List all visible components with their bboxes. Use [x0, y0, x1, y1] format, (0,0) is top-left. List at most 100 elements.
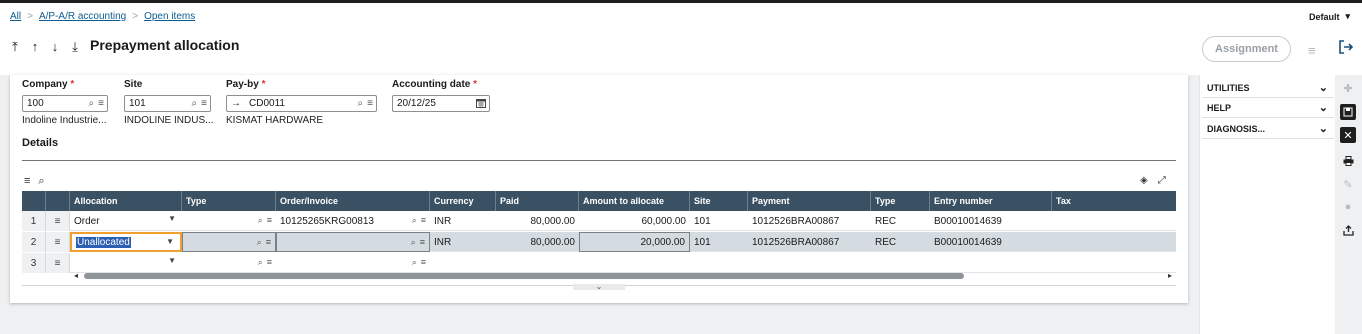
scroll-left-icon[interactable]: ◂ [74, 271, 78, 280]
menu-icon[interactable]: ≡ [1308, 43, 1316, 58]
order-invoice-cell[interactable]: 10125265KRG00813 ⌕ ≡ [276, 211, 430, 231]
allocation-cell[interactable]: Order ▼ [70, 211, 182, 231]
col-type[interactable]: Type [182, 191, 276, 211]
type-cell[interactable]: ⌕ ≡ [182, 211, 276, 231]
site-cell[interactable]: 101 [690, 232, 748, 252]
col-order-invoice[interactable]: Order/Invoice [276, 191, 430, 211]
side-item-utilities[interactable]: UTILITIES ⌄ [1202, 78, 1334, 98]
search-icon[interactable]: ⌕ [192, 98, 198, 109]
table-row[interactable]: 1 ≡ Order ▼ ⌕ ≡ 10125265KRG00813 ⌕ ≡ INR 80… [22, 211, 1176, 231]
attachment-icon[interactable]: ✎ [1340, 176, 1356, 192]
col-site[interactable]: Site [690, 191, 748, 211]
menu-icon[interactable]: ≡ [24, 175, 30, 188]
dropdown-arrow-icon[interactable]: ▼ [166, 237, 174, 246]
paid-cell[interactable]: 80,000.00 [496, 232, 579, 252]
allocation-cell[interactable]: Unallocated ▼ [70, 232, 182, 252]
tax-cell[interactable] [1052, 211, 1176, 231]
search-icon[interactable]: ⌕ [258, 257, 263, 268]
search-icon[interactable]: ⌕ [38, 175, 44, 188]
list-icon[interactable]: ≡ [420, 237, 425, 248]
search-icon[interactable]: ⌕ [412, 257, 417, 268]
list-icon[interactable]: ≡ [98, 98, 104, 109]
col-allocation[interactable]: Allocation [70, 191, 182, 211]
comment-icon[interactable]: ● [1340, 199, 1356, 215]
row-menu-icon[interactable]: ≡ [46, 253, 70, 273]
exit-icon[interactable] [1338, 39, 1354, 58]
save-icon[interactable] [1340, 104, 1356, 120]
first-icon[interactable]: ⤒ [10, 39, 20, 55]
currency-cell[interactable]: INR [430, 232, 496, 252]
breadcrumb-module[interactable]: A/P-A/R accounting [39, 11, 126, 22]
list-icon[interactable]: ≡ [367, 98, 373, 109]
col-amount-to-allocate[interactable]: Amount to allocate [579, 191, 690, 211]
payby-field[interactable]: → CD0011 ⌕ ≡ [226, 95, 377, 112]
type-cell[interactable]: ⌕ ≡ [182, 253, 276, 273]
search-icon[interactable]: ⌕ [258, 215, 263, 226]
row-menu-icon[interactable]: ≡ [46, 232, 70, 252]
entry-number-cell[interactable]: B00010014639 [930, 232, 1052, 252]
next-icon[interactable]: ↓ [50, 39, 60, 55]
site-cell[interactable]: 101 [690, 211, 748, 231]
arrow-right-icon[interactable]: → [231, 98, 241, 109]
payment-type-cell[interactable]: REC [871, 211, 930, 231]
fullscreen-icon[interactable]: ⤢ [1158, 175, 1166, 186]
list-icon[interactable]: ≡ [421, 215, 426, 226]
list-icon[interactable]: ≡ [267, 257, 272, 268]
payment-cell[interactable]: 1012526BRA00867 [748, 232, 871, 252]
col-payment-type[interactable]: Type [871, 191, 930, 211]
col-tax[interactable]: Tax [1052, 191, 1176, 211]
search-icon[interactable]: ⌕ [412, 215, 417, 226]
add-icon[interactable]: ✚ [1340, 80, 1356, 96]
dropdown-arrow-icon[interactable]: ▼ [168, 214, 176, 223]
amount-cell[interactable]: 20,000.00 [579, 232, 690, 252]
assignment-button[interactable]: Assignment [1202, 36, 1291, 62]
close-icon[interactable]: ✕ [1340, 127, 1356, 143]
col-payment[interactable]: Payment [748, 191, 871, 211]
col-currency[interactable]: Currency [430, 191, 496, 211]
list-icon[interactable]: ≡ [201, 98, 207, 109]
site-field[interactable]: 101 ⌕ ≡ [124, 95, 211, 112]
export-icon[interactable] [1340, 222, 1356, 238]
row-menu-icon[interactable]: ≡ [46, 211, 70, 231]
order-invoice-cell[interactable]: ⌕ ≡ [276, 253, 430, 273]
order-invoice-cell[interactable]: ⌕ ≡ [276, 232, 430, 252]
layers-icon[interactable]: ◈ [1140, 175, 1148, 186]
list-icon[interactable]: ≡ [267, 215, 272, 226]
payment-cell[interactable]: 1012526BRA00867 [748, 211, 871, 231]
list-icon[interactable]: ≡ [266, 237, 271, 248]
col-entry-number[interactable]: Entry number [930, 191, 1052, 211]
amount-cell[interactable]: 60,000.00 [579, 211, 690, 231]
table-row[interactable]: 3 ≡ ▼ ⌕ ≡ ⌕ ≡ [22, 253, 1176, 273]
col-paid[interactable]: Paid [496, 191, 579, 211]
last-icon[interactable]: ⤓ [70, 39, 80, 55]
preset-selector[interactable]: Default ▾ [1309, 11, 1350, 22]
allocation-cell[interactable]: ▼ [70, 253, 182, 273]
expand-handle-icon[interactable]: ⌄ [573, 283, 625, 291]
side-item-diagnosis[interactable]: DIAGNOSIS... ⌄ [1202, 119, 1334, 139]
acctdate-field[interactable]: 20/12/25 [392, 95, 490, 112]
side-item-help[interactable]: HELP ⌄ [1202, 98, 1334, 118]
type-cell[interactable]: ⌕ ≡ [182, 232, 276, 252]
search-icon[interactable]: ⌕ [358, 98, 364, 109]
print-icon[interactable] [1340, 153, 1356, 169]
list-icon[interactable]: ≡ [421, 257, 426, 268]
company-field[interactable]: 100 ⌕ ≡ [22, 95, 108, 112]
currency-cell[interactable]: INR [430, 211, 496, 231]
search-icon[interactable]: ⌕ [257, 237, 262, 248]
table-row[interactable]: 2 ≡ Unallocated ▼ ⌕ ≡ ⌕ ≡ INR 80,000.00 20,… [22, 232, 1176, 252]
horizontal-scrollbar[interactable]: ◂ ▸ [22, 271, 1176, 280]
paid-cell[interactable]: 80,000.00 [496, 211, 579, 231]
search-icon[interactable]: ⌕ [411, 237, 416, 248]
calendar-icon[interactable] [476, 98, 486, 108]
dropdown-arrow-icon[interactable]: ▼ [168, 256, 176, 265]
breadcrumb-all[interactable]: All [10, 11, 21, 22]
payment-type-cell[interactable]: REC [871, 232, 930, 252]
entry-number-cell[interactable]: B00010014639 [930, 211, 1052, 231]
previous-icon[interactable]: ↑ [30, 39, 40, 55]
acctdate-value: 20/12/25 [397, 98, 436, 109]
tax-cell[interactable] [1052, 232, 1176, 252]
search-icon[interactable]: ⌕ [89, 98, 95, 109]
breadcrumb-current[interactable]: Open items [144, 11, 195, 22]
scroll-right-icon[interactable]: ▸ [1168, 271, 1172, 280]
scrollbar-thumb[interactable] [84, 273, 964, 279]
